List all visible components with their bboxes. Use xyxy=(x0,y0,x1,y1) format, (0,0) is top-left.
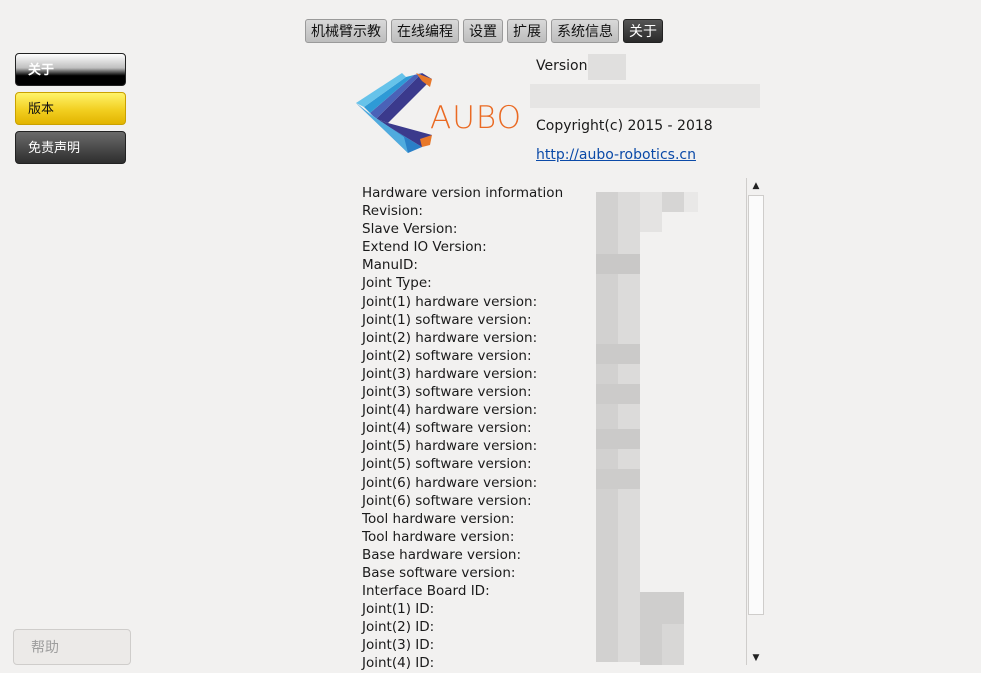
redacted-values xyxy=(596,184,706,665)
list-item: Joint(4) hardware version: xyxy=(362,402,538,419)
list-item: Joint(4) ID: xyxy=(362,655,435,672)
scroll-up-icon[interactable]: ▲ xyxy=(751,180,761,192)
list-item: Joint Type: xyxy=(362,275,432,292)
info-scrollbar[interactable]: ▲ ▼ xyxy=(746,178,765,665)
version-label: Version xyxy=(536,58,588,74)
tab-arm-teaching[interactable]: 机械臂示教 xyxy=(305,19,387,43)
list-item: Joint(4) software version: xyxy=(362,420,532,437)
tab-settings[interactable]: 设置 xyxy=(463,19,503,43)
list-item: Joint(3) ID: xyxy=(362,637,435,654)
tab-system-info[interactable]: 系统信息 xyxy=(551,19,619,43)
sidebar-item-about[interactable]: 关于 xyxy=(15,53,126,86)
list-item: ManuID: xyxy=(362,257,418,274)
hardware-info-list: Hardware version information Revision: S… xyxy=(362,184,612,673)
list-item: Base software version: xyxy=(362,564,516,581)
tab-about[interactable]: 关于 xyxy=(623,19,663,43)
sidebar-item-version[interactable]: 版本 xyxy=(15,92,126,125)
list-item: Joint(2) hardware version: xyxy=(362,329,538,346)
list-item: Revision: xyxy=(362,203,423,220)
help-button[interactable]: 帮助 xyxy=(13,629,131,665)
list-item: Joint(2) ID: xyxy=(362,619,435,636)
tab-online-programming[interactable]: 在线编程 xyxy=(391,19,459,43)
list-item: Joint(3) software version: xyxy=(362,384,532,401)
tab-extensions[interactable]: 扩展 xyxy=(507,19,547,43)
list-item: Joint(1) software version: xyxy=(362,311,532,328)
logo-wordmark: AUBO xyxy=(430,100,523,136)
website-link[interactable]: http://aubo-robotics.cn xyxy=(536,147,696,163)
list-item: Hardware version information xyxy=(362,185,564,201)
redacted-version xyxy=(588,54,626,80)
list-item: Interface Board ID: xyxy=(362,583,490,600)
list-item: Joint(1) ID: xyxy=(362,601,435,618)
top-tab-bar: 机械臂示教 在线编程 设置 扩展 系统信息 关于 xyxy=(305,19,663,43)
sidebar-item-disclaimer[interactable]: 免责声明 xyxy=(15,131,126,164)
sidebar: 关于 版本 免责声明 xyxy=(15,53,126,170)
copyright-text: Copyright(c) 2015 - 2018 xyxy=(536,118,713,134)
list-item: Tool hardware version: xyxy=(362,528,515,545)
aubo-logo-icon xyxy=(356,73,432,157)
list-item: Joint(6) hardware version: xyxy=(362,474,538,491)
scroll-down-icon[interactable]: ▼ xyxy=(751,652,761,664)
list-item: Joint(6) software version: xyxy=(362,492,532,509)
redacted-build-info xyxy=(530,84,760,108)
list-item: Joint(5) software version: xyxy=(362,456,532,473)
list-item: Joint(3) hardware version: xyxy=(362,365,538,382)
list-item: Joint(2) software version: xyxy=(362,347,532,364)
list-item: Tool hardware version: xyxy=(362,510,515,527)
scroll-track[interactable] xyxy=(748,195,764,615)
list-item: Joint(1) hardware version: xyxy=(362,293,538,310)
list-item: Base hardware version: xyxy=(362,546,522,563)
list-item: Extend IO Version: xyxy=(362,239,487,256)
list-item: Joint(5) hardware version: xyxy=(362,438,538,455)
list-item: Slave Version: xyxy=(362,221,458,238)
